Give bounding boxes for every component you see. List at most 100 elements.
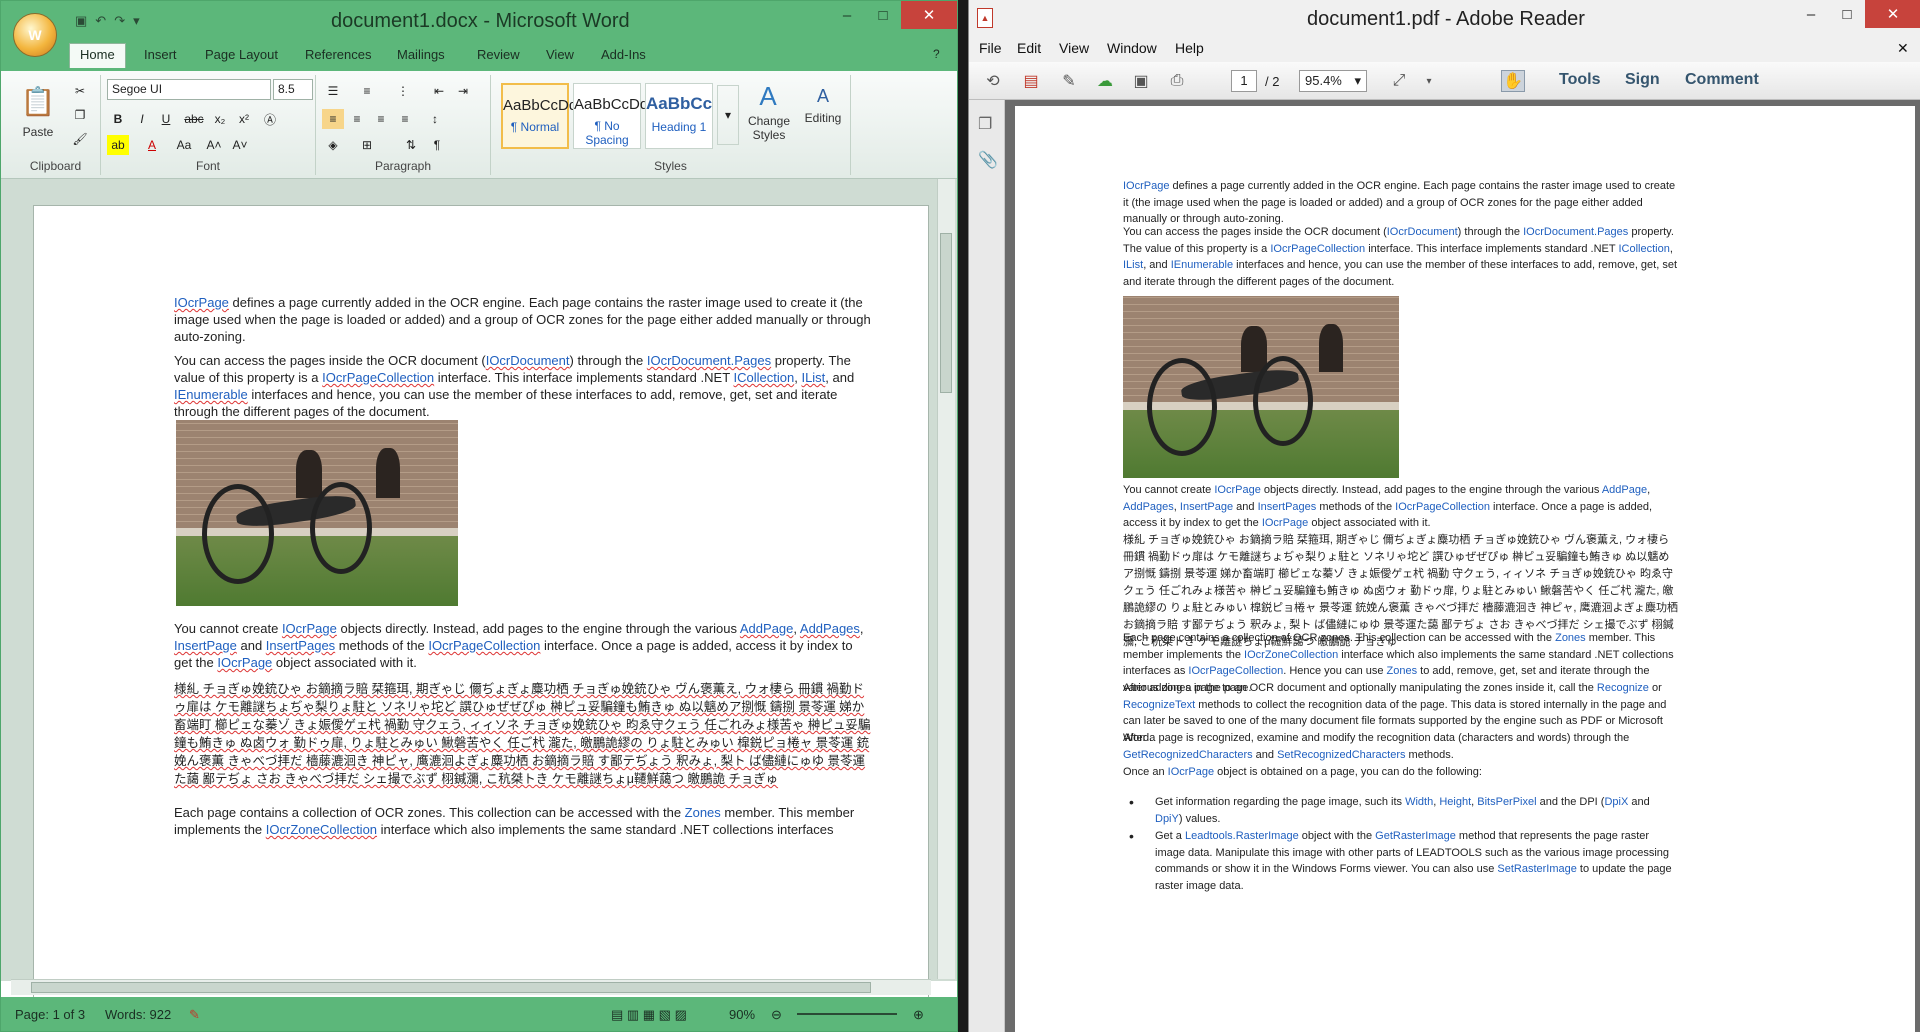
- upload-icon[interactable]: ☁: [1093, 70, 1117, 92]
- link-iocrpage[interactable]: IOcrPage: [217, 655, 272, 670]
- word-page[interactable]: IOcrPage defines a page currently added …: [33, 205, 929, 1005]
- hand-tool-icon[interactable]: ✋: [1501, 70, 1525, 92]
- link-recognizetext[interactable]: RecognizeText: [1123, 699, 1195, 711]
- link-addpage[interactable]: AddPage: [1602, 484, 1647, 496]
- link-iocrpagecollection[interactable]: IOcrPageCollection: [1188, 665, 1283, 677]
- sort-icon[interactable]: ⇅: [400, 135, 422, 155]
- tab-home[interactable]: Home: [69, 43, 126, 68]
- save-icon[interactable]: ▣: [1129, 70, 1153, 92]
- link-iocrpage[interactable]: IOcrPage: [282, 621, 337, 636]
- link-ienumerable[interactable]: IEnumerable: [174, 387, 248, 402]
- link-bitsperpixel[interactable]: BitsPerPixel: [1477, 796, 1536, 808]
- link-addpages[interactable]: AddPages: [1123, 501, 1174, 513]
- link-recognize[interactable]: Recognize: [1597, 682, 1649, 694]
- multilevel-list-icon[interactable]: ⋮: [392, 81, 414, 101]
- link-iocrpage[interactable]: IOcrPage: [1262, 517, 1308, 529]
- link-dpix[interactable]: DpiX: [1604, 796, 1628, 808]
- strikethrough-icon[interactable]: abc: [183, 109, 205, 129]
- customize-qat-icon[interactable]: ▾: [133, 13, 140, 29]
- redo-icon[interactable]: ↷: [114, 13, 125, 29]
- link-getrasterimage[interactable]: GetRasterImage: [1375, 830, 1456, 842]
- style-normal[interactable]: AaBbCcDd ¶ Normal: [501, 83, 577, 149]
- scroll-thumb[interactable]: [940, 233, 952, 393]
- link-zones[interactable]: Zones: [685, 805, 721, 820]
- close-icon[interactable]: ✕: [1865, 0, 1920, 28]
- bold-icon[interactable]: B: [107, 109, 129, 129]
- font-color-icon[interactable]: A: [141, 135, 163, 155]
- tab-page-layout[interactable]: Page Layout: [205, 47, 278, 62]
- zoom-level[interactable]: 90%: [729, 1007, 755, 1022]
- zoom-slider[interactable]: [797, 1013, 897, 1015]
- copy-icon[interactable]: ❐: [69, 105, 91, 125]
- link-iocrpage[interactable]: IOcrPage: [1168, 766, 1214, 778]
- tab-view[interactable]: View: [546, 47, 574, 62]
- link-iocrzonecollection[interactable]: IOcrZoneCollection: [266, 822, 377, 837]
- link-zones[interactable]: Zones: [1387, 665, 1418, 677]
- align-right-icon[interactable]: ≡: [370, 109, 392, 129]
- menu-edit[interactable]: Edit: [1017, 40, 1041, 56]
- zoom-in-icon[interactable]: ⊕: [913, 1007, 924, 1023]
- link-iocrpagecollection[interactable]: IOcrPageCollection: [322, 370, 434, 385]
- paste-button[interactable]: Paste: [13, 125, 63, 139]
- link-iocrpage[interactable]: IOcrPage: [1214, 484, 1260, 496]
- page-thumbnails-icon[interactable]: ❐: [978, 114, 992, 134]
- link-icollection[interactable]: ICollection: [734, 370, 795, 385]
- align-left-icon[interactable]: ≡: [322, 109, 344, 129]
- link-setrecognizedcharacters[interactable]: SetRecognizedCharacters: [1277, 749, 1405, 761]
- link-insertpages[interactable]: InsertPages: [1258, 501, 1317, 513]
- tab-insert[interactable]: Insert: [144, 47, 177, 62]
- link-dpiy[interactable]: DpiY: [1155, 813, 1179, 825]
- style-heading-1[interactable]: AaBbCc Heading 1: [645, 83, 713, 149]
- link-iocrpagecollection[interactable]: IOcrPageCollection: [1270, 243, 1365, 255]
- change-styles-icon[interactable]: A: [743, 81, 793, 111]
- link-insertpages[interactable]: InsertPages: [266, 638, 335, 653]
- decrease-indent-icon[interactable]: ⇤: [428, 81, 450, 101]
- editing-icon[interactable]: A: [803, 81, 843, 111]
- font-size-dropdown[interactable]: 8.5: [273, 79, 313, 100]
- link-ienumerable[interactable]: IEnumerable: [1171, 259, 1233, 271]
- bullets-icon[interactable]: ☰: [322, 81, 344, 101]
- link-iocrpage[interactable]: IOcrPage: [1123, 180, 1169, 192]
- comment-button[interactable]: Comment: [1685, 71, 1759, 89]
- page-count[interactable]: Page: 1 of 3: [15, 1007, 85, 1022]
- link-icollection[interactable]: ICollection: [1618, 243, 1669, 255]
- menu-window[interactable]: Window: [1107, 40, 1157, 56]
- close-icon[interactable]: ✕: [901, 1, 957, 29]
- tab-add-ins[interactable]: Add-Ins: [601, 47, 646, 62]
- undo-icon[interactable]: ↶: [95, 13, 106, 29]
- link-iocrdocument[interactable]: IOcrDocument: [1387, 226, 1458, 238]
- link-insertpage[interactable]: InsertPage: [174, 638, 237, 653]
- close-document-icon[interactable]: ✕: [1897, 40, 1909, 57]
- cannon-image[interactable]: [1123, 296, 1399, 478]
- link-insertpage[interactable]: InsertPage: [1180, 501, 1233, 513]
- link-iocrpage[interactable]: IOcrPage: [174, 295, 229, 310]
- word-horizontal-scrollbar[interactable]: [11, 979, 931, 995]
- minimize-icon[interactable]: –: [829, 1, 865, 29]
- minimize-icon[interactable]: –: [1793, 0, 1829, 28]
- link-setrasterimage[interactable]: SetRasterImage: [1497, 863, 1576, 875]
- justify-icon[interactable]: ≡: [394, 109, 416, 129]
- shrink-font-icon[interactable]: A˅: [229, 135, 251, 155]
- tab-mailings[interactable]: Mailings: [397, 47, 445, 62]
- save-icon[interactable]: ▣: [75, 13, 87, 29]
- proofing-icon[interactable]: ✎: [189, 1007, 200, 1023]
- shading-icon[interactable]: ◈: [322, 135, 344, 155]
- maximize-icon[interactable]: □: [865, 1, 901, 29]
- font-name-dropdown[interactable]: Segoe UI: [107, 79, 271, 100]
- pdf-page[interactable]: IOcrPage defines a page currently added …: [1015, 106, 1915, 1032]
- menu-help[interactable]: Help: [1175, 40, 1204, 56]
- office-button[interactable]: W: [13, 13, 57, 57]
- superscript-icon[interactable]: x²: [233, 109, 255, 129]
- sign-button[interactable]: Sign: [1625, 71, 1660, 89]
- page-number-input[interactable]: 1: [1231, 70, 1257, 92]
- cannon-image[interactable]: [176, 420, 458, 606]
- link-ilist[interactable]: IList: [801, 370, 825, 385]
- zoom-dropdown[interactable]: 95.4% ▾: [1299, 70, 1367, 92]
- link-leadtools-rasterimage[interactable]: Leadtools.RasterImage: [1185, 830, 1299, 842]
- italic-icon[interactable]: I: [131, 109, 153, 129]
- paste-icon[interactable]: 📋: [19, 81, 57, 121]
- underline-icon[interactable]: U: [155, 109, 177, 129]
- editing-button[interactable]: Editing: [797, 111, 849, 125]
- format-painter-icon[interactable]: 🖌: [69, 129, 91, 149]
- tools-button[interactable]: Tools: [1559, 71, 1600, 89]
